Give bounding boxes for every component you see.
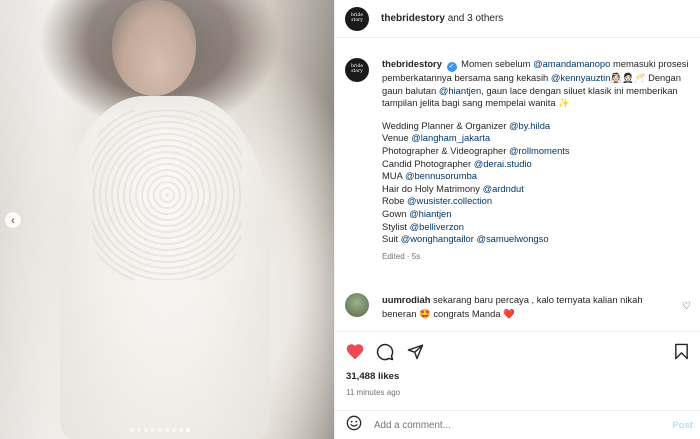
chevron-left-icon: ‹ (11, 213, 15, 227)
caption-body: thebridestory ✓ Momen sebelum @amandaman… (382, 58, 694, 263)
carousel-dot (179, 428, 183, 432)
credit-label: MUA (382, 170, 403, 182)
mention-link[interactable]: @kennyauztin (551, 72, 611, 83)
share-icon[interactable] (405, 342, 425, 362)
comment-like-icon[interactable]: ♡ (682, 301, 691, 312)
post-side-panel: bride story thebridestory and 3 others b… (334, 0, 700, 439)
likes-count[interactable]: 31,488 likes (335, 371, 700, 382)
credit-label: Venue (382, 132, 409, 144)
edited-timestamp: Edited · 5s (382, 251, 421, 261)
comment-emoji: 🤩 (419, 308, 431, 319)
credit-handle-link[interactable]: @belliverzon (410, 221, 464, 232)
carousel-dots (130, 428, 190, 432)
caption-avatar[interactable]: bride story (345, 58, 369, 82)
credit-line: Stylist @belliverzon (382, 221, 694, 234)
credit-line: Suit @wonghangtailor @samuelwongso (382, 233, 694, 246)
credit-label: Wedding Planner & Organizer (382, 119, 507, 131)
comment-input[interactable] (374, 419, 654, 431)
credit-line: Photographer & Videographer @rollmoments (382, 145, 694, 158)
credit-line: MUA @bennusorumba (382, 170, 694, 183)
verified-icon: ✓ (446, 62, 457, 72)
credit-label: Robe (382, 195, 405, 207)
emoji-icon[interactable] (346, 415, 362, 436)
collaborators-link[interactable]: and 3 others (448, 13, 504, 24)
mention-link[interactable]: @amandamanopo (533, 58, 610, 69)
credit-line: Hair do Holy Matrimony @ardndut (382, 183, 694, 196)
credit-handle-link[interactable]: @hiantjen (409, 208, 451, 219)
caption-emoji: ✨ (558, 97, 570, 109)
add-comment-bar: Post (335, 410, 700, 439)
comment-text-2: congrats Manda (433, 308, 501, 319)
carousel-dot (130, 428, 134, 432)
credit-line: Robe @wusister.collection (382, 195, 694, 208)
caption: bride story thebridestory ✓ Momen sebelu… (345, 58, 695, 263)
credit-label: Hair do Holy Matrimony (382, 182, 480, 194)
credit-line: Wedding Planner & Organizer @by.hilda (382, 120, 694, 133)
credit-label: Stylist (382, 220, 408, 232)
carousel-dot (186, 428, 190, 432)
credits-list: Wedding Planner & Organizer @by.hilda Ven… (382, 120, 694, 246)
comment-emoji-2: ❤️ (503, 308, 515, 319)
credit-label: Gown (382, 207, 407, 219)
header-title: thebridestory and 3 others (381, 13, 503, 24)
credit-handle-link[interactable]: @derai.studio (474, 158, 532, 169)
credit-handle-link[interactable]: @rollmoments (509, 145, 570, 156)
post-button[interactable]: Post (672, 420, 693, 431)
heart-filled-icon[interactable] (345, 342, 365, 362)
credit-label: Suit (382, 233, 399, 245)
credit-line: Gown @hiantjen (382, 208, 694, 221)
post-media[interactable]: ‹ (0, 0, 334, 439)
avatar-text-line-2: story (351, 69, 363, 74)
account-avatar[interactable]: bride story (345, 6, 369, 31)
comment-body: uumrodiah sekarang baru percaya , kalo t… (382, 293, 677, 321)
photo-veil (0, 0, 334, 439)
header-username[interactable]: thebridestory (381, 13, 445, 24)
avatar-text-line-2: story (351, 17, 363, 23)
carousel-dot (151, 428, 155, 432)
caption-username[interactable]: thebridestory (382, 58, 442, 69)
mention-link[interactable]: @hiantjen (439, 85, 481, 96)
previous-slide-button[interactable]: ‹ (4, 211, 22, 229)
carousel-dot (137, 428, 141, 432)
credit-handle-link[interactable]: @wonghangtailor @samuelwongso (401, 233, 549, 244)
carousel-dot (172, 428, 176, 432)
carousel-dot (158, 428, 162, 432)
comment-username[interactable]: uumrodiah (382, 294, 430, 305)
credit-handle-link[interactable]: @wusister.collection (407, 195, 492, 206)
caption-emoji: 👰🏻🤵🏻🥂 (610, 72, 646, 83)
bookmark-icon[interactable] (671, 342, 691, 362)
credit-label: Candid Photographer (382, 157, 472, 169)
carousel-dot (165, 428, 169, 432)
post-header: bride story thebridestory and 3 others (335, 0, 700, 38)
credit-line: Venue @langham_jakarta (382, 132, 694, 145)
post-timestamp: 11 minutes ago (346, 388, 401, 397)
caption-text-1: Momen sebelum (461, 58, 531, 69)
credit-line: Candid Photographer @derai.studio (382, 158, 694, 171)
credit-label: Photographer & Videographer (382, 144, 507, 156)
comment-icon[interactable] (375, 342, 395, 362)
caption-text: thebridestory ✓ Momen sebelum @amandaman… (382, 58, 694, 110)
credit-handle-link[interactable]: @ardndut (483, 183, 524, 194)
credit-handle-link[interactable]: @langham_jakarta (411, 132, 490, 143)
comment-item: uumrodiah sekarang baru percaya , kalo t… (345, 293, 697, 321)
credit-handle-link[interactable]: @by.hilda (509, 120, 550, 131)
action-icons (335, 332, 700, 362)
credit-handle-link[interactable]: @bennusorumba (405, 170, 477, 181)
commenter-avatar[interactable] (345, 293, 369, 317)
carousel-dot (144, 428, 148, 432)
